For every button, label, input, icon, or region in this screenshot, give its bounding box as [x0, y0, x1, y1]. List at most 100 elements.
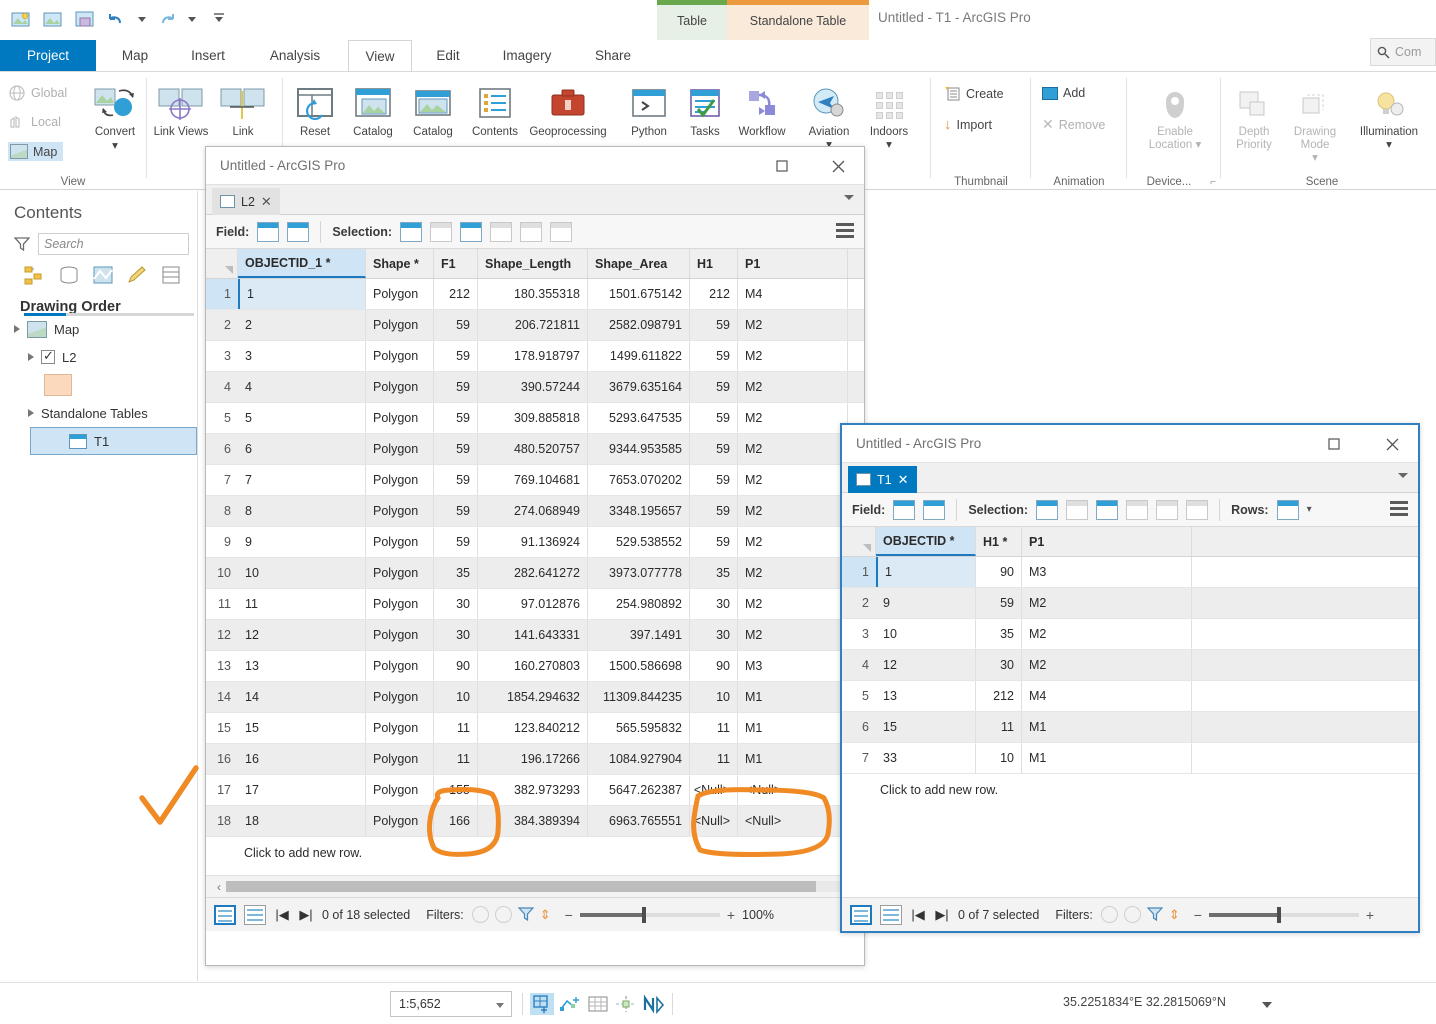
tab-imagery[interactable]: Imagery: [484, 40, 570, 72]
t1-tab-overflow-icon[interactable]: [1398, 473, 1408, 478]
table-cell[interactable]: 769.104681: [478, 465, 588, 495]
table-row[interactable]: 6 6 Polygon 59 480.520757 9344.953585 59 M2: [206, 434, 864, 465]
table-row[interactable]: 6 15 11 M1: [842, 712, 1418, 743]
table-cell[interactable]: 35: [976, 619, 1022, 649]
tab-share[interactable]: Share: [578, 40, 648, 72]
table-cell[interactable]: M2: [738, 496, 848, 526]
row-number[interactable]: 10: [206, 558, 238, 588]
table-cell[interactable]: 59: [434, 527, 478, 557]
table-cell[interactable]: 15: [238, 713, 366, 743]
table-cell[interactable]: M4: [738, 279, 848, 309]
attribute-filter-icon[interactable]: [1146, 907, 1163, 922]
zoom-in-icon[interactable]: +: [727, 907, 735, 923]
l2-zoom-slider[interactable]: [579, 906, 720, 923]
table-cell[interactable]: M2: [738, 589, 848, 619]
row-number[interactable]: 16: [206, 744, 238, 774]
table-cell[interactable]: M2: [738, 341, 848, 371]
l2-last-record-button[interactable]: ▶|: [298, 907, 314, 923]
table-cell[interactable]: 2582.098791: [588, 310, 690, 340]
table-cell[interactable]: 59: [434, 465, 478, 495]
zoom-in-icon[interactable]: +: [1366, 907, 1374, 923]
illumination-caret-icon[interactable]: ▾: [1348, 139, 1430, 152]
ribbon-button-link-views[interactable]: Link Views: [150, 84, 212, 139]
table-cell[interactable]: 6: [238, 434, 366, 464]
table-row[interactable]: 12 12 Polygon 30 141.643331 397.1491 30 M2: [206, 620, 864, 651]
table-cell[interactable]: 59: [690, 465, 738, 495]
table-row[interactable]: 8 8 Polygon 59 274.068949 3348.195657 59 M2: [206, 496, 864, 527]
ribbon-button-enable-location[interactable]: Enable Location ▾: [1142, 84, 1208, 152]
ribbon-button-remove-animation[interactable]: ✕ Remove: [1042, 116, 1105, 133]
table-cell[interactable]: 1499.611822: [588, 341, 690, 371]
table-cell[interactable]: 1501.675142: [588, 279, 690, 309]
table-cell[interactable]: 30: [434, 620, 478, 650]
table-cell[interactable]: 10: [876, 619, 976, 649]
measure-tool-icon[interactable]: [558, 993, 582, 1015]
table-cell[interactable]: 59: [434, 496, 478, 526]
table-cell[interactable]: Polygon: [366, 806, 434, 836]
row-number[interactable]: 5: [842, 681, 876, 711]
table-cell[interactable]: 9: [876, 588, 976, 618]
l2-grid[interactable]: OBJECTID_1 * Shape * F1 Shape_Length Shape_A…: [206, 249, 864, 875]
table-cell[interactable]: 3679.635164: [588, 372, 690, 402]
table-cell[interactable]: 15: [876, 712, 976, 742]
table-cell[interactable]: 59: [690, 527, 738, 557]
table-cell[interactable]: 12: [876, 650, 976, 680]
table-cell[interactable]: 160.270803: [478, 651, 588, 681]
tree-item-t1[interactable]: T1: [30, 427, 197, 455]
command-search[interactable]: Com: [1370, 38, 1436, 66]
time-filter-icon[interactable]: [471, 906, 489, 923]
redo-caret-icon[interactable]: [188, 12, 196, 26]
delete-selection-icon[interactable]: [1156, 499, 1179, 520]
tab-map[interactable]: Map: [104, 40, 166, 72]
ribbon-button-add-animation[interactable]: Add: [1042, 86, 1085, 100]
select-by-attributes-icon[interactable]: [400, 221, 423, 242]
table-cell[interactable]: 11: [976, 712, 1022, 742]
drawing-mode-caret-icon[interactable]: ▾: [1284, 152, 1346, 165]
scroll-left-icon[interactable]: ‹: [212, 880, 226, 894]
table-cell[interactable]: 59: [690, 310, 738, 340]
table-cell[interactable]: 390.57244: [478, 372, 588, 402]
table-cell[interactable]: 10: [976, 743, 1022, 773]
zoom-out-icon[interactable]: −: [1194, 907, 1202, 923]
row-number[interactable]: 5: [206, 403, 238, 433]
table-cell[interactable]: Polygon: [366, 775, 434, 805]
table-cell[interactable]: 7653.070202: [588, 465, 690, 495]
table-cell[interactable]: 30: [690, 620, 738, 650]
new-project-icon[interactable]: [10, 8, 32, 30]
table-cell[interactable]: Polygon: [366, 589, 434, 619]
ribbon-button-depth-priority[interactable]: Depth Priority: [1226, 84, 1282, 152]
clear-selection-icon[interactable]: [490, 221, 513, 242]
delete-selection-icon[interactable]: [520, 221, 543, 242]
ribbon-button-catalog-view[interactable]: Catalog: [402, 84, 464, 139]
table-cell[interactable]: 10: [238, 558, 366, 588]
copy-selection-icon[interactable]: [1186, 499, 1209, 520]
t1-tab-close-icon[interactable]: ✕: [898, 472, 909, 488]
table-row[interactable]: 15 15 Polygon 11 123.840212 565.595832 11 M1: [206, 713, 864, 744]
t1-related-view-button[interactable]: [880, 904, 902, 925]
zoom-to-selection-icon[interactable]: [1066, 499, 1089, 520]
table-cell[interactable]: M3: [1022, 557, 1192, 587]
tree-item-standalone-tables[interactable]: Standalone Tables: [0, 399, 197, 427]
zoom-out-icon[interactable]: −: [565, 907, 573, 923]
table-cell[interactable]: 13: [238, 651, 366, 681]
t1-table-window[interactable]: Untitled - ArcGIS Pro T1 ✕ Field: Select…: [840, 423, 1420, 933]
add-row-icon[interactable]: [1276, 499, 1299, 520]
undo-icon[interactable]: [106, 8, 128, 30]
table-cell[interactable]: 59: [690, 341, 738, 371]
chevron-down-icon[interactable]: [496, 1003, 504, 1008]
list-by-drawing-order-icon[interactable]: [24, 265, 46, 285]
l2-tab-close-icon[interactable]: ✕: [261, 194, 272, 210]
range-filter-icon[interactable]: [1123, 906, 1141, 923]
table-cell[interactable]: M2: [738, 434, 848, 464]
table-cell[interactable]: 97.012876: [478, 589, 588, 619]
customize-qat-icon[interactable]: [212, 11, 226, 28]
table-row[interactable]: 11 11 Polygon 30 97.012876 254.980892 30 M2: [206, 589, 864, 620]
redo-icon[interactable]: [156, 8, 178, 30]
table-cell[interactable]: Polygon: [366, 682, 434, 712]
ribbon-button-import-thumbnail[interactable]: ↓ Import: [944, 116, 992, 133]
switch-selection-icon[interactable]: [1096, 499, 1119, 520]
tab-analysis[interactable]: Analysis: [250, 40, 340, 72]
save-project-icon[interactable]: [74, 8, 96, 30]
table-row[interactable]: 4 12 30 M2: [842, 650, 1418, 681]
tree-item-symbol[interactable]: [0, 371, 197, 399]
